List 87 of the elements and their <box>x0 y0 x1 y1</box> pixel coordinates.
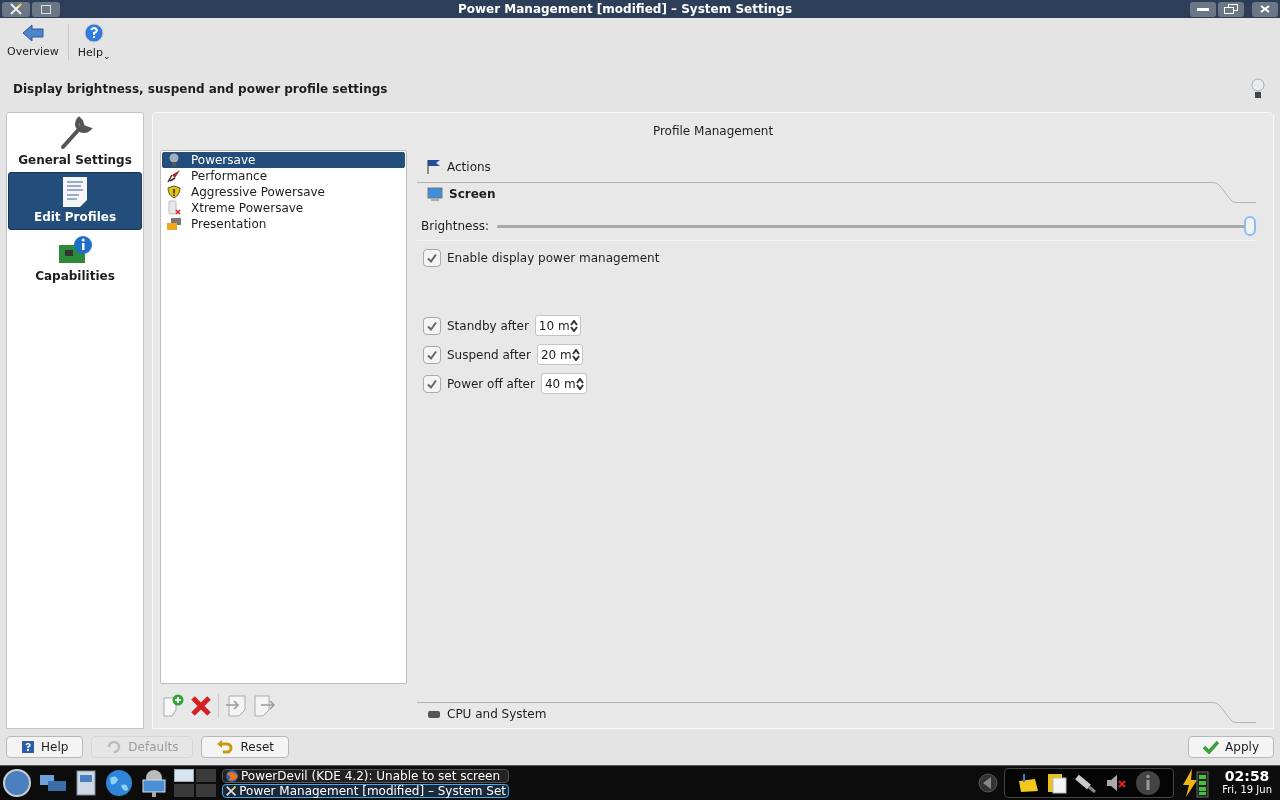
check-icon <box>426 348 438 361</box>
dialog-button[interactable]: Apply <box>1188 736 1274 758</box>
undo-icon <box>216 740 235 754</box>
spin-arrows-icon <box>569 319 578 332</box>
dialog-button[interactable]: Reset <box>201 736 289 758</box>
spin-arrows-icon <box>575 377 584 390</box>
check-icon <box>426 252 438 264</box>
module-description: Display brightness, suspend and power profile settings <box>13 81 388 98</box>
taskbar-task[interactable]: Power Management [modified] – System Set <box>222 783 509 798</box>
network-computer-icon[interactable] <box>140 768 168 798</box>
presentation-icon <box>166 217 182 231</box>
sidebar-item[interactable]: Capabilities <box>8 230 142 288</box>
toolbar-button[interactable]: Overview <box>4 23 62 61</box>
slider-handle[interactable] <box>1244 216 1256 236</box>
restore-button[interactable] <box>1218 1 1244 17</box>
rocket-icon <box>167 169 181 183</box>
help-icon <box>21 740 35 754</box>
checkbox[interactable] <box>423 345 441 364</box>
timeout-label: Suspend after <box>447 346 531 364</box>
lightbulb-icon <box>1250 78 1266 100</box>
battery-charging-icon[interactable] <box>1180 768 1211 798</box>
sidebar-item[interactable]: Edit Profiles <box>8 172 142 230</box>
new-document-icon[interactable] <box>162 694 184 718</box>
toolbar-button[interactable]: Help⌄ <box>74 22 114 62</box>
globe-icon[interactable] <box>104 768 134 798</box>
clock-time: 02:58 <box>1224 770 1270 783</box>
timeout-label: Power off after <box>447 375 535 393</box>
desktop-pager-cell[interactable] <box>174 769 194 782</box>
sidebar-item[interactable]: General Settings <box>8 114 142 172</box>
clock-date: Fri, 19 Jun <box>1222 783 1272 796</box>
profile-item[interactable]: Xtreme Powersave <box>162 200 405 216</box>
desktop-pager-cell[interactable] <box>174 784 194 797</box>
section-header[interactable]: CPU and System <box>447 705 547 723</box>
battery-icon <box>167 200 181 216</box>
muted-speaker-icon[interactable] <box>1105 773 1128 793</box>
undo-icon <box>106 740 123 754</box>
dialog-button[interactable]: Help <box>6 736 84 758</box>
clipboard-icon[interactable] <box>1047 772 1068 794</box>
plug-icon[interactable] <box>1075 773 1098 793</box>
profile-item[interactable]: Powersave <box>162 152 405 168</box>
desktop-pager-cell[interactable] <box>196 769 216 782</box>
back-arrow-icon <box>21 23 44 42</box>
brightness-label: Brightness: <box>421 218 489 235</box>
panel-title: Profile Management <box>652 123 774 140</box>
monitor-icon <box>427 186 443 202</box>
tools-icon <box>225 783 238 798</box>
window-menu-button[interactable] <box>2 1 30 17</box>
bulb-icon <box>167 153 181 167</box>
maximize-button[interactable] <box>32 1 60 17</box>
minimize-button[interactable] <box>1190 1 1216 17</box>
square-icon <box>41 4 51 14</box>
restore-icon <box>1224 4 1238 14</box>
close-icon <box>1260 5 1270 13</box>
help-icon <box>84 22 105 43</box>
checkbox[interactable] <box>423 374 441 393</box>
document-icon <box>61 176 89 208</box>
browser-icon <box>225 768 239 783</box>
desktop-pager-cell[interactable] <box>196 784 216 797</box>
delete-icon[interactable] <box>190 695 212 717</box>
tools-icon <box>9 3 23 15</box>
flag-icon <box>427 159 441 175</box>
check-icon <box>426 377 438 390</box>
file-cabinet-icon[interactable] <box>74 769 98 797</box>
checkbox-row[interactable]: Enable display power management <box>417 249 1256 267</box>
profile-item[interactable]: Presentation <box>162 216 405 232</box>
info-icon[interactable] <box>1135 770 1162 796</box>
profile-item[interactable]: Aggressive Powersave <box>162 184 405 200</box>
close-button[interactable] <box>1252 1 1278 17</box>
sticky-note-icon[interactable] <box>1017 773 1040 793</box>
check-icon <box>1203 740 1220 754</box>
shield-icon <box>167 185 181 199</box>
caret-icon: ⌄ <box>102 52 111 62</box>
checkbox[interactable] <box>423 249 441 267</box>
window-title: Power Management [modified] – System Settings <box>456 1 794 18</box>
profile-item[interactable]: Performance <box>162 168 405 184</box>
taskbar-task[interactable]: PowerDevil (KDE 4.2): Unable to set screen <box>222 768 509 783</box>
start-menu-icon[interactable] <box>2 768 32 798</box>
spin-box[interactable]: 40 m <box>540 373 587 394</box>
section-header[interactable]: Screen <box>449 185 496 203</box>
spin-arrows-icon <box>571 348 580 361</box>
section-header[interactable]: Actions <box>417 152 1256 182</box>
spin-box[interactable]: 20 m <box>536 344 583 365</box>
timeout-label: Standby after <box>447 317 529 335</box>
spin-box[interactable]: 10 m <box>534 315 581 336</box>
check-icon <box>426 319 438 332</box>
processor-icon <box>427 709 441 719</box>
checkbox[interactable] <box>423 316 441 335</box>
